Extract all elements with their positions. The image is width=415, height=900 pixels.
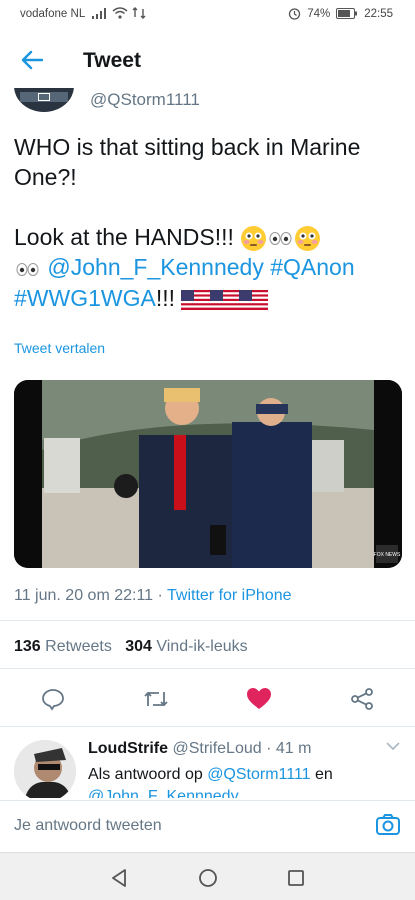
data-sync-icon [132, 7, 146, 19]
page-title: Tweet [83, 49, 141, 72]
reply-avatar[interactable] [14, 740, 76, 798]
us-flag-emoji-icon [181, 289, 211, 310]
mention-link[interactable]: @John_F_Kennnedy [47, 254, 263, 280]
reply-author-name[interactable]: LoudStrife [88, 740, 168, 757]
tweet-text-line: Look at the HANDS!!! [14, 222, 404, 252]
circle-home-icon [199, 869, 217, 887]
arrow-left-icon [21, 50, 43, 70]
reply-and: en [310, 766, 333, 783]
media-badge: FOX NEWS [374, 552, 401, 558]
reply-tweet[interactable]: LoudStrife @StrifeLoud · 41 m Als antwoo… [0, 728, 415, 798]
tweet-date: 11 jun. 20 om 22:11 · [14, 587, 167, 604]
signal-icon [92, 7, 106, 19]
reply-avatar-image [14, 740, 76, 798]
top-app-bar: Tweet [0, 28, 415, 90]
reply-body: Als antwoord op @QStorm1111 en @John_F_Ke… [88, 764, 388, 798]
flushed-face-emoji-icon [295, 226, 321, 252]
retweet-count[interactable]: 136 [14, 638, 41, 655]
battery-icon [336, 8, 358, 19]
clock: 22:55 [364, 7, 393, 20]
retweet-icon [144, 691, 168, 707]
tweet-body: WHO is that sitting back in Marine One?!… [14, 132, 404, 313]
tweet-meta: 11 jun. 20 om 22:11 · Twitter for iPhone [14, 587, 292, 605]
reply-input[interactable]: Je antwoord tweeten [14, 817, 162, 835]
status-bar: vodafone NL 74% 22:55 [0, 0, 415, 28]
reply-header: LoudStrife @StrifeLoud · 41 m [88, 740, 311, 758]
nav-recents-button[interactable] [283, 865, 309, 891]
tweet-text-line: #WWG1WGA!!! [14, 283, 404, 313]
like-label[interactable]: Vind-ik-leuks [156, 638, 247, 655]
camera-icon[interactable] [375, 813, 401, 837]
retweet-label[interactable]: Retweets [45, 638, 112, 655]
tweet-author-row[interactable]: @QStorm1111 [0, 88, 415, 116]
tweet-source-link[interactable]: Twitter for iPhone [167, 587, 292, 604]
reply-button[interactable] [38, 684, 68, 714]
like-button[interactable] [244, 684, 274, 714]
translate-tweet-link[interactable]: Tweet vertalen [14, 340, 105, 356]
us-flag-emoji-icon [210, 289, 240, 310]
divider [0, 620, 415, 621]
back-button[interactable] [18, 46, 46, 74]
divider [0, 668, 415, 669]
nav-home-button[interactable] [195, 865, 221, 891]
reply-mention-link[interactable]: @QStorm1111 [207, 766, 310, 783]
eyes-emoji-icon [269, 232, 292, 246]
signal-icons [92, 7, 146, 19]
share-icon [351, 688, 373, 710]
reply-compose-bar[interactable]: Je antwoord tweeten [0, 800, 415, 852]
tweet-actions [0, 684, 415, 714]
system-nav-bar [0, 852, 415, 900]
chevron-down-icon[interactable] [385, 740, 401, 752]
tweet-media-image[interactable]: FOX NEWS [14, 380, 402, 568]
tweet-text-line: WHO is that sitting back in Marine One?! [14, 134, 361, 190]
eyes-emoji-icon [16, 262, 39, 276]
reply-prefix: Als antwoord op [88, 766, 208, 783]
media-photo: FOX NEWS [14, 380, 402, 568]
battery-percent: 74% [307, 7, 331, 20]
square-recents-icon [288, 870, 304, 886]
flushed-face-emoji-icon [241, 226, 267, 252]
retweet-button[interactable] [141, 684, 171, 714]
heart-filled-icon [247, 688, 271, 709]
hashtag-link[interactable]: #WWG1WGA [14, 285, 156, 311]
share-button[interactable] [347, 684, 377, 714]
tweet-text-line: @John_F_Kennnedy #QAnon [14, 252, 404, 282]
wifi-icon [112, 7, 128, 19]
alarm-icon [289, 8, 301, 20]
triangle-back-icon [112, 869, 126, 887]
like-count[interactable]: 304 [125, 638, 152, 655]
tweet-text-segment: Look at the HANDS!!! [14, 224, 241, 250]
tweet-text-segment: !!! [155, 284, 182, 311]
reply-bubble-icon [42, 689, 64, 711]
carrier-label: vodafone NL [20, 8, 86, 20]
hashtag-link[interactable]: #QAnon [270, 254, 354, 280]
author-avatar[interactable] [14, 88, 74, 112]
author-handle[interactable]: @QStorm1111 [90, 90, 200, 110]
tweet-stats: 136 Retweets 304 Vind-ik-leuks [14, 638, 248, 656]
us-flag-emoji-icon [239, 289, 269, 310]
divider [0, 726, 415, 727]
nav-back-button[interactable] [106, 865, 132, 891]
reply-mention-link[interactable]: @John_F_Kennnedy [88, 788, 239, 798]
reply-handle-time: @StrifeLoud · 41 m [172, 740, 312, 757]
